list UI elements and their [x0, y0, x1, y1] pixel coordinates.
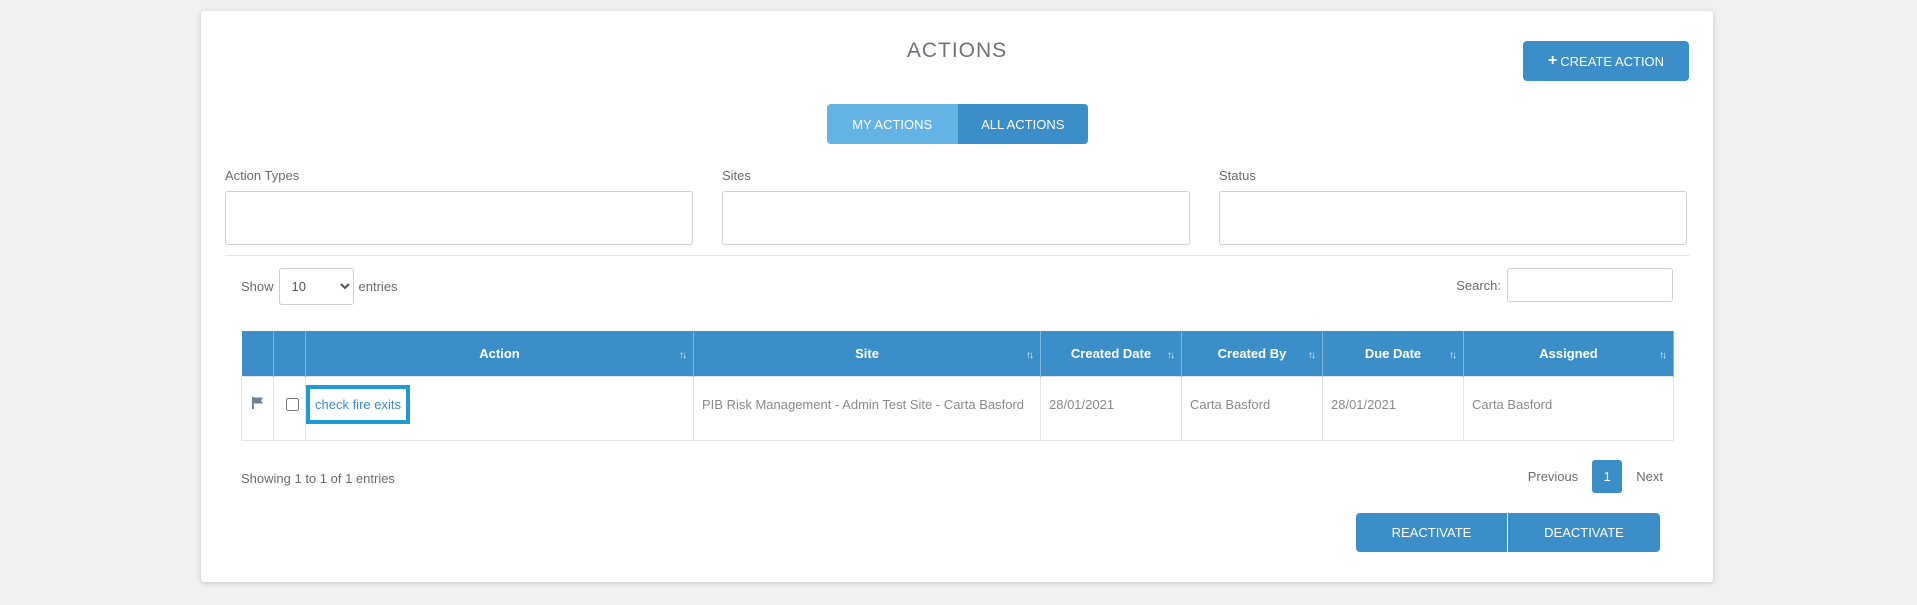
next-page-link[interactable]: Next: [1636, 469, 1663, 484]
select-cell: [273, 376, 306, 441]
column-header-label: Created By: [1217, 346, 1287, 361]
column-header-flag: [241, 331, 274, 377]
action-types-select[interactable]: [225, 191, 693, 245]
sort-icon: ↑↓: [1449, 350, 1457, 361]
due-date-cell: 28/01/2021: [1322, 376, 1464, 441]
column-header-label: Created Date: [1070, 346, 1152, 361]
sort-icon: ↑↓: [679, 350, 687, 361]
column-header-action[interactable]: Action ↑↓: [305, 331, 694, 377]
column-header-created-date[interactable]: Created Date ↑↓: [1040, 331, 1182, 377]
table-info: Showing 1 to 1 of 1 entries: [241, 471, 395, 486]
tab-all-actions[interactable]: ALL ACTIONS: [957, 104, 1088, 144]
column-header-select: [273, 331, 306, 377]
plus-icon: +: [1547, 52, 1558, 69]
page-number-button[interactable]: 1: [1592, 460, 1623, 493]
column-header-label: Assigned: [1539, 346, 1598, 361]
sort-icon: ↑↓: [1167, 350, 1175, 361]
divider: [225, 255, 1689, 256]
bulk-actions: REACTIVATE DEACTIVATE: [1356, 513, 1660, 552]
sites-label: Sites: [722, 168, 751, 183]
created-by-cell: Carta Basford: [1181, 376, 1323, 441]
created-date-cell: 28/01/2021: [1040, 376, 1182, 441]
row-checkbox[interactable]: [286, 398, 299, 411]
page-title: ACTIONS: [906, 39, 1008, 62]
column-header-label: Site: [855, 346, 879, 361]
length-menu: Show 10 entries: [241, 268, 398, 305]
search-input[interactable]: [1507, 268, 1673, 302]
status-select[interactable]: [1219, 191, 1687, 245]
reactivate-button[interactable]: REACTIVATE: [1356, 513, 1508, 552]
create-action-button[interactable]: + CREATE ACTION: [1523, 41, 1689, 81]
action-types-label: Action Types: [225, 168, 300, 183]
actions-scope-toggle: MY ACTIONS ALL ACTIONS: [827, 104, 1088, 144]
column-header-created-by[interactable]: Created By ↑↓: [1181, 331, 1323, 377]
status-label: Status: [1219, 168, 1256, 183]
actions-table: Action ↑↓ Site ↑↓ Created Date ↑↓ Created B…: [241, 331, 1674, 441]
previous-page-link[interactable]: Previous: [1528, 469, 1579, 484]
sites-select[interactable]: [722, 191, 1190, 245]
column-header-label: Due Date: [1364, 346, 1422, 361]
sort-icon: ↑↓: [1308, 350, 1316, 361]
create-action-label: CREATE ACTION: [1560, 53, 1665, 69]
deactivate-button[interactable]: DEACTIVATE: [1508, 513, 1660, 552]
table-header-row: Action ↑↓ Site ↑↓ Created Date ↑↓ Created B…: [241, 331, 1674, 377]
assigned-cell: Carta Basford: [1463, 376, 1674, 441]
flag-icon[interactable]: [251, 396, 264, 409]
entries-label: entries: [358, 279, 398, 294]
entries-select[interactable]: 10: [278, 268, 354, 305]
column-header-label: Action: [479, 346, 520, 361]
table-search: Search:: [1456, 268, 1673, 302]
show-label: Show: [241, 279, 274, 294]
action-cell: check fire exits: [305, 376, 694, 441]
table-row: check fire exits PIB Risk Management - A…: [241, 376, 1674, 441]
sort-icon: ↑↓: [1026, 350, 1034, 361]
action-link[interactable]: check fire exits: [306, 385, 410, 424]
pagination: Previous 1 Next: [1528, 460, 1663, 493]
site-cell: PIB Risk Management - Admin Test Site - …: [693, 376, 1041, 441]
tab-my-actions[interactable]: MY ACTIONS: [827, 104, 958, 144]
column-header-site[interactable]: Site ↑↓: [693, 331, 1041, 377]
actions-panel: ACTIONS + CREATE ACTION MY ACTIONS ALL A…: [201, 11, 1713, 582]
flag-cell: [241, 376, 274, 441]
column-header-due-date[interactable]: Due Date ↑↓: [1322, 331, 1464, 377]
search-label: Search:: [1456, 277, 1501, 293]
column-header-assigned[interactable]: Assigned ↑↓: [1463, 331, 1674, 377]
sort-icon: ↑↓: [1659, 350, 1667, 361]
